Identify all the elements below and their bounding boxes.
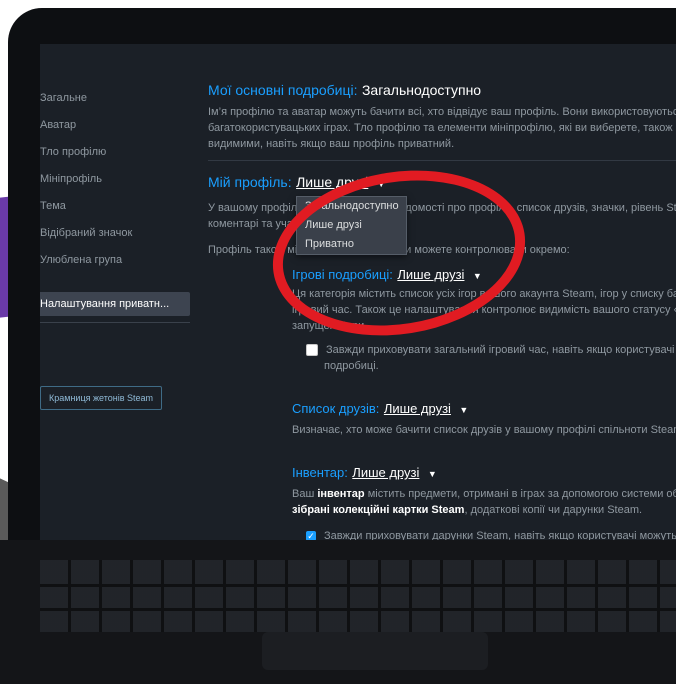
inventory-desc-line2: зібрані колекційні картки Steam, додатко… (292, 502, 642, 518)
friends-list-dropdown[interactable]: Лише друзі (384, 401, 451, 416)
sidebar-item-general[interactable]: Загальне (40, 92, 87, 104)
friends-list-header: Список друзів: Лише друзі ▼ (292, 400, 468, 418)
inventory-desc-pre: Ваш (292, 488, 318, 500)
basics-desc-line2: багатокористувацьких іграх. Тло профілю … (208, 122, 676, 134)
trackpad (262, 632, 488, 670)
sidebar-item-background[interactable]: Тло профілю (40, 146, 106, 158)
basics-header: Мої основні подробиці: Загальнодоступно (208, 82, 481, 100)
sidebar-item-avatar[interactable]: Аватар (40, 119, 76, 131)
profile-title: Мій профіль: (208, 174, 292, 190)
sidebar-item-favorite-group[interactable]: Улюблена група (40, 254, 122, 266)
sidebar-item-theme[interactable]: Тема (40, 200, 66, 212)
inventory-header: Інвентар: Лише друзі ▼ (292, 464, 437, 482)
inventory-title: Інвентар: (292, 465, 348, 480)
inventory-desc-post: містить предмети, отримані в іграх за до… (367, 488, 676, 500)
keyboard-row-gap (40, 584, 676, 587)
inventory-desc-bold: інвентар (317, 488, 365, 500)
chevron-down-icon[interactable]: ▼ (428, 469, 437, 479)
hide-playtime-label[interactable]: Завжди приховувати загальний ігровий час… (326, 344, 676, 356)
basics-title: Мої основні подробиці: (208, 82, 358, 98)
section-divider (208, 160, 676, 161)
basics-desc-line1: Ім’я профілю та аватар можуть бачити всі… (208, 106, 676, 118)
inventory-desc-line1: Ваш інвентар містить предмети, отримані … (292, 486, 676, 502)
inventory-desc2-bold: зібрані колекційні картки Steam (292, 504, 465, 516)
friends-list-title: Список друзів: (292, 401, 380, 416)
sidebar-divider (40, 322, 190, 323)
friends-list-desc: Визначає, хто може бачити список друзів … (292, 424, 676, 436)
basics-value: Загальнодоступно (361, 82, 482, 98)
basics-desc-line3: видимими, навіть якщо ваш профіль приват… (208, 138, 455, 150)
keyboard (40, 560, 676, 632)
steam-privacy-settings-screen: Загальне Аватар Тло профілю Мініпрофіль … (40, 44, 676, 562)
hide-playtime-checkbox[interactable] (306, 344, 318, 357)
inventory-desc2-post: , додаткові копії чи дарунки Steam. (464, 504, 643, 516)
points-shop-button[interactable]: Крамниця жетонів Steam (40, 386, 162, 410)
sidebar-item-featured-badge[interactable]: Відібраний значок (40, 227, 132, 239)
hide-playtime-label-line2: подробиці. (324, 360, 379, 372)
sidebar-item-mini-profile[interactable]: Мініпрофіль (40, 173, 102, 185)
keyboard-row-gap (40, 608, 676, 611)
sidebar-item-privacy[interactable]: Налаштування приватн... (40, 292, 190, 316)
laptop-bezel: Загальне Аватар Тло профілю Мініпрофіль … (8, 8, 676, 568)
chevron-down-icon[interactable]: ▼ (459, 405, 468, 415)
inventory-dropdown[interactable]: Лише друзі (352, 465, 419, 480)
hide-playtime-row[interactable]: Завжди приховувати загальний ігровий час… (306, 342, 676, 358)
